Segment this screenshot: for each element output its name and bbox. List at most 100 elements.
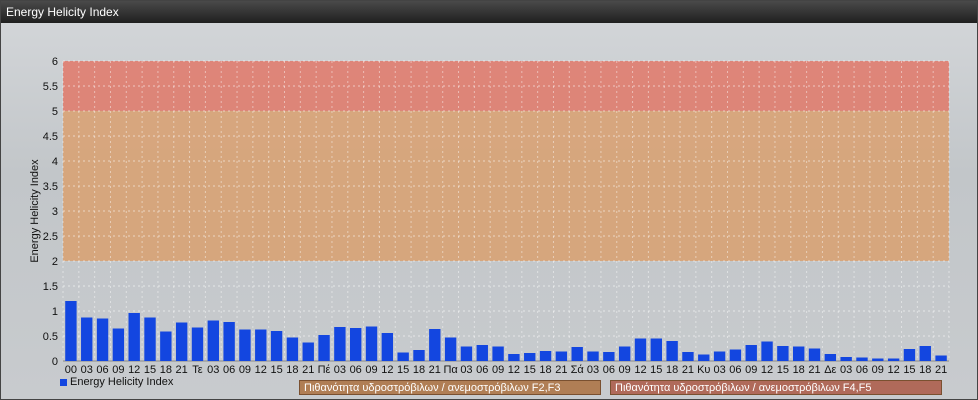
x-tick-label: 21	[176, 364, 188, 376]
legend-band-f2f3: Πιθανότητα υδροστρόβιλων / ανεμοστρόβιλω…	[299, 380, 601, 395]
bar	[81, 317, 93, 361]
x-tick-label: 09	[872, 364, 884, 376]
bar	[603, 352, 615, 361]
bar	[919, 346, 931, 361]
x-tick-label: Κυ	[697, 364, 710, 376]
y-tick-label: 1.5	[43, 281, 58, 293]
x-tick-label: 03	[713, 364, 725, 376]
bar	[444, 337, 457, 361]
bar	[160, 331, 172, 361]
bar	[65, 301, 77, 361]
x-tick-label: 09	[745, 364, 757, 376]
bar	[713, 351, 726, 361]
x-tick-label: 18	[666, 364, 678, 376]
x-tick-label: 18	[539, 364, 551, 376]
x-tick-label: 12	[888, 364, 900, 376]
x-tick-label: 06	[729, 364, 741, 376]
y-tick-label: 0.5	[43, 331, 58, 343]
bar	[745, 345, 757, 361]
x-tick-label: Δε	[824, 364, 836, 376]
x-tick-label: 06	[96, 364, 108, 376]
bar	[571, 347, 583, 361]
bar	[508, 354, 520, 361]
bar	[793, 346, 805, 361]
x-tick-label: 21	[302, 364, 314, 376]
x-tick-label: 12	[761, 364, 773, 376]
bar	[618, 346, 631, 361]
x-tick-label: 15	[144, 364, 156, 376]
y-tick-label: 2	[52, 256, 58, 268]
x-tick-label: 06	[350, 364, 362, 376]
bar	[935, 355, 947, 361]
bar	[350, 328, 362, 361]
x-tick-label: 09	[112, 364, 124, 376]
x-tick-label: 12	[508, 364, 520, 376]
y-tick-label: 4.5	[43, 131, 58, 143]
x-tick-label: Τε	[192, 364, 203, 376]
x-tick-label: 18	[413, 364, 425, 376]
bar	[255, 329, 267, 361]
y-axis-label: Energy Helicity Index	[29, 159, 41, 263]
x-tick-label: 21	[555, 364, 567, 376]
x-tick-label: 18	[919, 364, 931, 376]
x-tick-label: 15	[903, 364, 915, 376]
x-tick-label: 06	[603, 364, 615, 376]
bar	[729, 349, 742, 361]
bar	[587, 351, 599, 361]
bar	[887, 358, 900, 361]
bar	[429, 329, 441, 361]
bar	[840, 357, 852, 361]
legend-band-f4f5: Πιθανότητα υδροστρόβιλων / ανεμοστρόβιλω…	[610, 380, 942, 395]
bar	[302, 342, 314, 361]
x-tick-label: 03	[840, 364, 852, 376]
bar	[539, 351, 552, 361]
bar	[381, 333, 394, 361]
x-tick-label: 03	[334, 364, 346, 376]
bar	[634, 338, 647, 361]
x-tick-label: 21	[682, 364, 694, 376]
y-tick-label: 3.5	[43, 181, 58, 193]
ehi-chart: 00.511.522.533.544.555.56 00 03 06 09 12 15 18…	[29, 56, 950, 376]
x-tick-label: Πα	[443, 364, 458, 376]
bar	[318, 335, 330, 361]
x-tick-label: 15	[524, 364, 536, 376]
x-tick-label: 03	[81, 364, 93, 376]
bar	[808, 348, 821, 361]
bar	[650, 338, 662, 361]
x-tick-label: 21	[935, 364, 947, 376]
x-tick-label: 03	[207, 364, 219, 376]
y-tick-label: 5	[52, 106, 58, 118]
x-tick-label: 15	[397, 364, 409, 376]
bar	[207, 320, 219, 361]
bar	[555, 351, 568, 361]
y-tick-label: 3	[52, 206, 58, 218]
bar	[144, 317, 156, 361]
x-tick-label: 21	[808, 364, 820, 376]
bar	[524, 353, 536, 361]
bar	[761, 341, 773, 361]
x-tick-label: 15	[650, 364, 662, 376]
x-tick-label: 09	[619, 364, 631, 376]
x-tick-label: 09	[239, 364, 251, 376]
bar	[682, 352, 694, 361]
x-tick-label: 09	[365, 364, 377, 376]
x-tick-label: 12	[128, 364, 140, 376]
bar	[128, 313, 140, 361]
bar	[334, 327, 346, 361]
bar	[96, 318, 109, 361]
bar	[903, 349, 916, 361]
x-tick-label: 06	[856, 364, 868, 376]
bar	[460, 346, 473, 361]
x-tick-label: 21	[429, 364, 441, 376]
x-tick-label: Σά	[571, 364, 585, 376]
x-tick-label: Πέ	[318, 364, 331, 376]
y-tick-label: 6	[52, 56, 58, 68]
x-tick-label: 18	[160, 364, 172, 376]
bar	[666, 341, 678, 361]
bar	[413, 350, 425, 361]
x-tick-label: 15	[777, 364, 789, 376]
x-tick-label: 03	[460, 364, 472, 376]
x-tick-label: 18	[793, 364, 805, 376]
bar	[286, 337, 299, 361]
bar	[397, 352, 409, 361]
